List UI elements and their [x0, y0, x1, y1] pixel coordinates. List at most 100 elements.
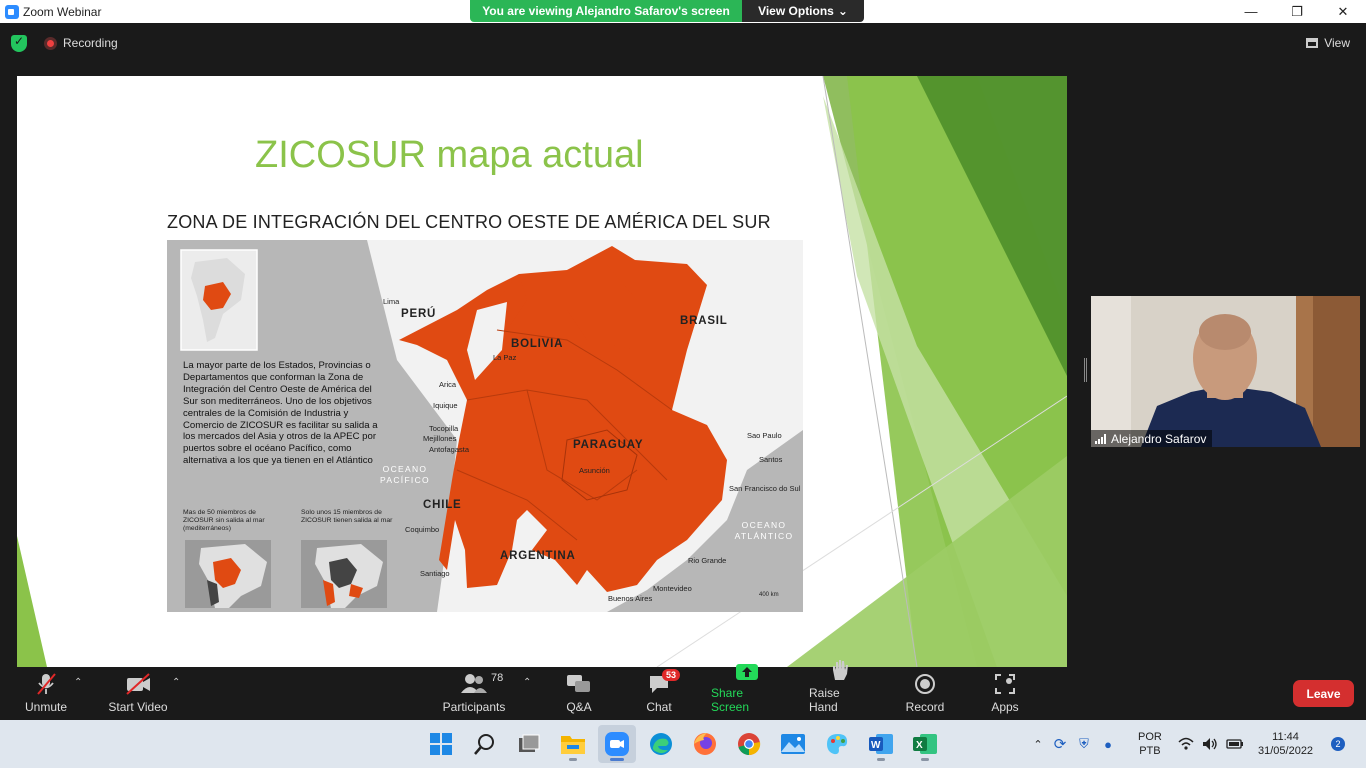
apps-label: Apps — [991, 700, 1019, 714]
view-options-button[interactable]: View Options ⌄ — [742, 0, 864, 22]
notifications-badge[interactable]: 2 — [1331, 737, 1345, 751]
zoom-app-icon — [5, 4, 19, 19]
qa-button[interactable]: Q&A — [560, 667, 598, 720]
participant-name-tag: Alejandro Safarov — [1091, 430, 1213, 447]
city-label: San Francisco do Sul — [729, 484, 801, 493]
chat-bubble-icon: 53 — [648, 669, 681, 696]
microphone-icon[interactable]: ● — [1096, 737, 1120, 752]
video-camera-off-icon — [124, 672, 152, 696]
windows-taskbar: W X ⌃ ⟳ ⛨ ● POR PTB 11:44 31/05/2022 — [0, 720, 1366, 768]
city-label: Santiago — [420, 569, 450, 578]
word-icon[interactable]: W — [862, 725, 900, 763]
leave-button[interactable]: Leave — [1293, 680, 1354, 707]
language-code: POR — [1138, 731, 1162, 743]
meeting-topbar: Recording View — [0, 23, 1366, 63]
city-label: Lima — [383, 297, 400, 306]
unmute-label: Unmute — [24, 700, 68, 714]
volume-icon[interactable] — [1202, 737, 1218, 751]
viewing-screen-label: You are viewing Alejandro Safarov's scre… — [470, 0, 742, 22]
sync-icon[interactable]: ⟳ — [1048, 735, 1072, 753]
start-video-button[interactable]: Start Video — [108, 667, 168, 720]
view-label: View — [1324, 36, 1350, 50]
share-screen-icon — [735, 662, 759, 682]
meeting-toolbar: Unmute ⌃ Start Video ⌃ 78 Participants ⌃… — [0, 660, 1366, 720]
wifi-icon[interactable] — [1178, 737, 1194, 751]
running-indicator — [877, 758, 885, 761]
svg-text:W: W — [871, 740, 881, 751]
chevron-up-icon[interactable]: ⌃ — [1028, 738, 1048, 751]
excel-icon[interactable]: X — [906, 725, 944, 763]
security-shield-icon[interactable] — [11, 34, 27, 52]
participants-count: 78 — [491, 672, 504, 684]
city-label: Coquimbo — [405, 525, 440, 534]
apps-icon — [994, 672, 1016, 696]
record-dot-icon — [44, 36, 57, 50]
clock-date: 31/05/2022 — [1258, 745, 1314, 757]
city-label: Asunción — [579, 466, 610, 475]
chat-button[interactable]: 53 Chat — [642, 667, 681, 720]
participant-video-frame — [1091, 296, 1360, 447]
recording-label: Recording — [63, 36, 118, 50]
video-options-caret-icon[interactable]: ⌃ — [172, 677, 180, 688]
firefox-icon[interactable] — [686, 725, 724, 763]
security-warning-icon[interactable]: ⛨ — [1072, 736, 1096, 752]
inset-caption-coastal: Solo unos 15 miembros de ZICOSUR tienen … — [301, 509, 393, 524]
participants-button[interactable]: 78 Participants — [442, 667, 506, 720]
country-label: BOLIVIA — [511, 338, 564, 350]
photos-icon[interactable] — [774, 725, 812, 763]
zoom-icon[interactable] — [598, 725, 636, 763]
unmute-button[interactable]: Unmute — [22, 667, 70, 720]
signal-strength-icon — [1095, 433, 1106, 444]
file-explorer-icon[interactable] — [554, 725, 592, 763]
paint-icon[interactable] — [818, 725, 856, 763]
qa-label: Q&A — [566, 700, 592, 714]
keyboard-layout: PTB — [1139, 745, 1161, 757]
apps-button[interactable]: Apps — [988, 667, 1022, 720]
active-indicator — [610, 758, 624, 761]
task-view-icon[interactable] — [510, 725, 548, 763]
participants-label: Participants — [442, 700, 506, 714]
minimize-icon[interactable]: — — [1228, 0, 1274, 23]
city-label: Mejillones — [423, 434, 457, 443]
windows-start-icon[interactable] — [422, 725, 460, 763]
country-label: PARAGUAY — [573, 439, 644, 451]
close-icon[interactable]: ✕ — [1320, 0, 1366, 23]
window-controls: — ❐ ✕ — [1228, 0, 1366, 23]
raise-hand-icon — [829, 658, 851, 682]
share-screen-button[interactable]: Share Screen — [711, 664, 783, 720]
map-description: La mayor parte de los Estados, Provincia… — [183, 360, 378, 467]
chrome-icon[interactable] — [730, 725, 768, 763]
city-label: Tocopilla — [429, 424, 459, 433]
clock[interactable]: 11:44 31/05/2022 — [1258, 730, 1313, 758]
panel-splitter-handle[interactable] — [1084, 358, 1087, 382]
city-label: Rio Grande — [688, 556, 727, 565]
share-screen-label: Share Screen — [711, 686, 750, 714]
svg-text:X: X — [916, 740, 923, 751]
inset-map-landlocked — [185, 540, 271, 608]
city-label: Santos — [759, 455, 783, 464]
input-language[interactable]: POR PTB — [1138, 730, 1162, 758]
edge-icon[interactable] — [642, 725, 680, 763]
system-tray: ⌃ ⟳ ⛨ ● — [1028, 720, 1120, 768]
view-options-label: View Options — [758, 4, 834, 18]
battery-icon[interactable] — [1226, 738, 1244, 750]
participant-video[interactable] — [1091, 296, 1360, 447]
search-icon[interactable] — [466, 725, 504, 763]
maximize-icon[interactable]: ❐ — [1274, 0, 1320, 23]
city-label: Arica — [439, 380, 457, 389]
city-label: Buenos Aires — [608, 594, 653, 603]
audio-options-caret-icon[interactable]: ⌃ — [74, 677, 82, 688]
record-icon — [914, 672, 936, 696]
tray-status-icons — [1178, 720, 1244, 768]
participants-options-caret-icon[interactable]: ⌃ — [523, 677, 531, 688]
recording-indicator[interactable]: Recording — [44, 36, 118, 50]
country-label: PERÚ — [401, 308, 437, 320]
scale-label: 400 km — [759, 592, 779, 598]
city-label: Sao Paulo — [747, 431, 782, 440]
record-label: Record — [905, 700, 945, 714]
raise-hand-button[interactable]: Raise Hand — [809, 660, 871, 720]
record-button[interactable]: Record — [904, 667, 946, 720]
start-video-label: Start Video — [108, 700, 168, 714]
running-indicator — [921, 758, 929, 761]
view-button[interactable]: View — [1306, 36, 1350, 50]
